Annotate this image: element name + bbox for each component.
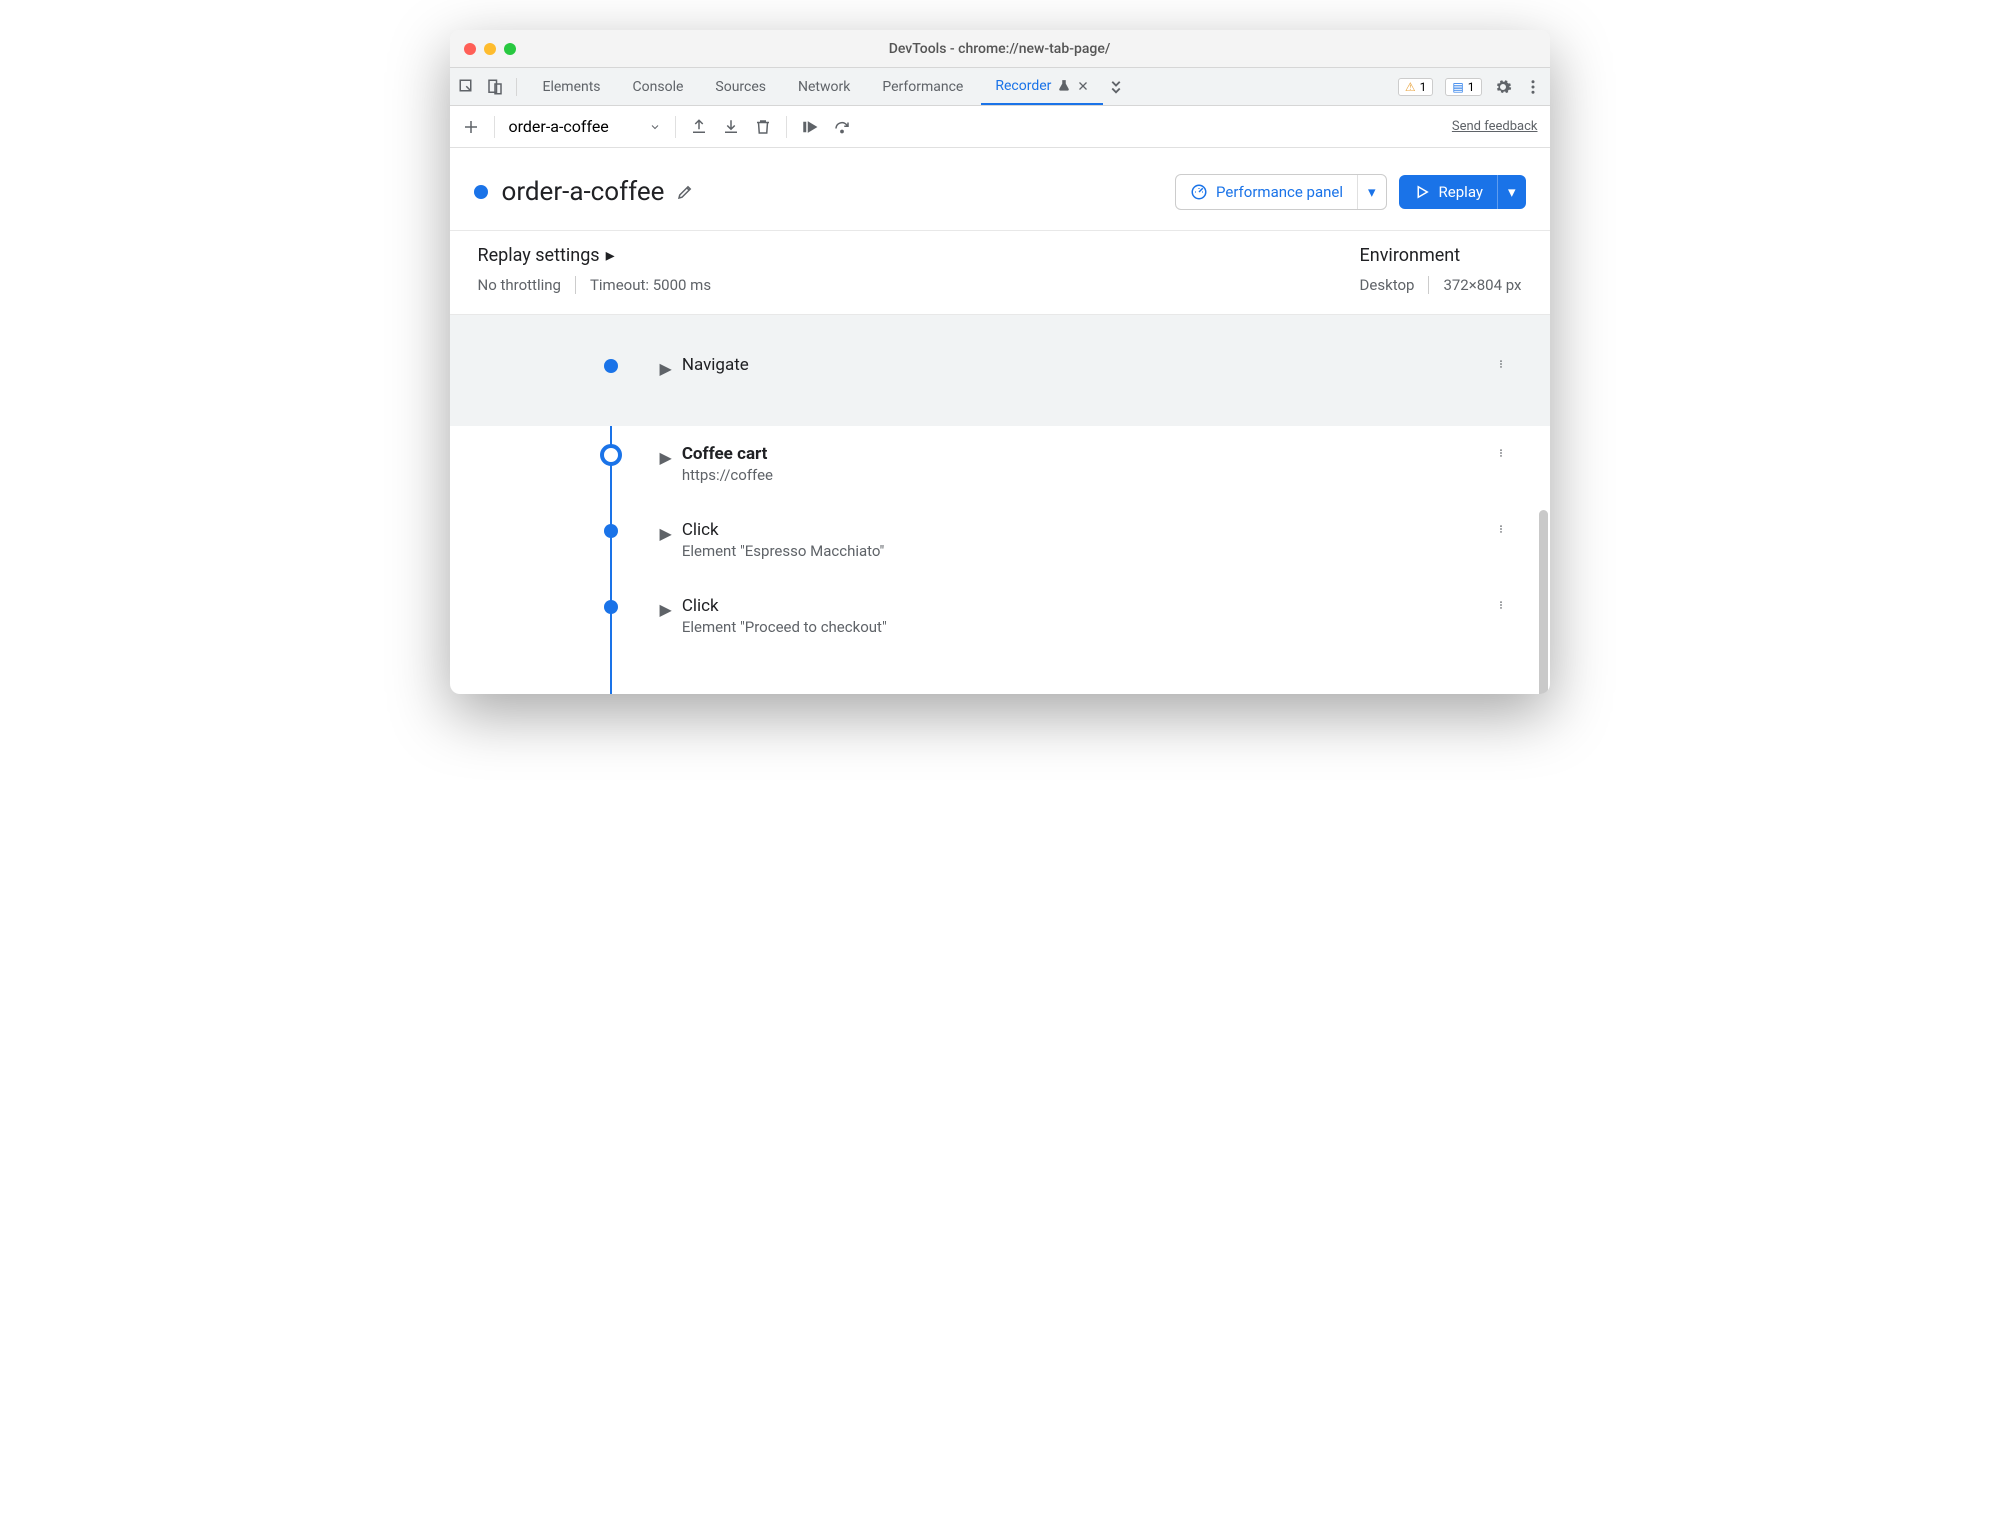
step-title: Click	[682, 596, 887, 616]
step-navigate[interactable]: ▶ Navigate	[450, 315, 1550, 426]
replay-settings-toggle[interactable]: Replay settings ▸	[478, 245, 712, 266]
import-icon[interactable]	[722, 118, 740, 136]
flask-icon	[1057, 79, 1071, 93]
performance-panel-button[interactable]: Performance panel ▾	[1175, 174, 1387, 210]
timeline-node-current	[600, 444, 622, 466]
performance-panel-dropdown[interactable]: ▾	[1357, 175, 1386, 209]
gauge-icon	[1190, 183, 1208, 201]
chevron-down-icon	[649, 118, 661, 136]
step-subtitle: Element "Espresso Macchiato"	[682, 542, 884, 560]
step-subtitle: Element "Proceed to checkout"	[682, 618, 887, 636]
timeline-node	[604, 524, 618, 538]
send-feedback-link[interactable]: Send feedback	[1452, 119, 1538, 134]
chevron-right-icon: ▸	[606, 245, 615, 266]
recording-name: order-a-coffee	[509, 117, 609, 136]
viewport-value: 372×804 px	[1443, 276, 1521, 294]
settings-row: Replay settings ▸ No throttling Timeout:…	[450, 231, 1550, 315]
performance-panel-label: Performance panel	[1216, 183, 1343, 201]
step-coffee-cart[interactable]: ▶ Coffee cart https://coffee	[450, 426, 1550, 502]
scrollbar[interactable]	[1539, 510, 1548, 694]
tab-performance[interactable]: Performance	[868, 68, 977, 105]
recording-title: order-a-coffee	[502, 177, 665, 207]
steps-timeline: Espresso Macchiato $12.00 milk foam ▶ Na…	[450, 315, 1550, 694]
device-toolbar-icon[interactable]	[486, 78, 504, 96]
close-tab-icon[interactable]	[1077, 80, 1089, 92]
tab-elements[interactable]: Elements	[529, 68, 615, 105]
step-subtitle: https://coffee	[682, 466, 773, 484]
expand-step-icon[interactable]: ▶	[660, 600, 672, 619]
step-menu-icon[interactable]	[1492, 355, 1510, 373]
step-menu-icon[interactable]	[1492, 444, 1510, 462]
replay-dropdown[interactable]: ▾	[1497, 175, 1526, 209]
step-click-checkout[interactable]: ▶ Click Element "Proceed to checkout"	[450, 578, 1550, 654]
recording-header: order-a-coffee Performance panel ▾ Repla…	[450, 148, 1550, 231]
environment-label: Environment	[1360, 245, 1522, 266]
step-title: Navigate	[682, 355, 749, 375]
window-title: DevTools - chrome://new-tab-page/	[450, 41, 1550, 57]
messages-badge[interactable]: ▤ 1	[1445, 78, 1481, 96]
devtools-window: DevTools - chrome://new-tab-page/ Elemen…	[450, 30, 1550, 694]
tab-console[interactable]: Console	[619, 68, 698, 105]
new-recording-icon[interactable]	[462, 118, 480, 136]
messages-count: 1	[1468, 80, 1475, 94]
replay-settings-label: Replay settings	[478, 245, 600, 266]
export-icon[interactable]	[690, 118, 708, 136]
timeout-value: Timeout: 5000 ms	[590, 276, 711, 294]
recorder-toolbar: order-a-coffee Send feedback	[450, 106, 1550, 148]
expand-step-icon[interactable]: ▶	[660, 448, 672, 467]
throttling-value: No throttling	[478, 276, 561, 294]
titlebar: DevTools - chrome://new-tab-page/	[450, 30, 1550, 68]
settings-gear-icon[interactable]	[1494, 78, 1512, 96]
device-value: Desktop	[1360, 276, 1415, 294]
step-over-icon[interactable]	[833, 118, 851, 136]
timeline-node	[604, 359, 618, 373]
expand-step-icon[interactable]: ▶	[660, 524, 672, 543]
delete-icon[interactable]	[754, 118, 772, 136]
recording-selector[interactable]: order-a-coffee	[509, 117, 661, 136]
step-title: Click	[682, 520, 884, 540]
tab-network[interactable]: Network	[784, 68, 864, 105]
tab-recorder-label: Recorder	[995, 78, 1051, 94]
play-icon	[1413, 183, 1431, 201]
replay-button[interactable]: Replay ▾	[1399, 175, 1526, 209]
more-tabs-icon[interactable]	[1107, 78, 1125, 96]
message-icon: ▤	[1452, 80, 1463, 94]
kebab-menu-icon[interactable]	[1524, 78, 1542, 96]
tab-sources[interactable]: Sources	[701, 68, 780, 105]
devtools-tabs: Elements Console Sources Network Perform…	[450, 68, 1550, 106]
step-icon[interactable]	[801, 118, 819, 136]
step-click-espresso[interactable]: ▶ Click Element "Espresso Macchiato"	[450, 502, 1550, 578]
tab-recorder[interactable]: Recorder	[981, 68, 1103, 105]
replay-label: Replay	[1439, 183, 1483, 201]
warning-icon: ⚠	[1405, 80, 1416, 94]
inspect-icon[interactable]	[458, 78, 476, 96]
step-menu-icon[interactable]	[1492, 520, 1510, 538]
expand-step-icon[interactable]: ▶	[660, 359, 672, 378]
edit-title-icon[interactable]	[676, 183, 694, 201]
timeline-node	[604, 600, 618, 614]
warnings-badge[interactable]: ⚠ 1	[1398, 78, 1434, 96]
step-menu-icon[interactable]	[1492, 596, 1510, 614]
recording-status-dot	[474, 185, 488, 199]
step-title: Coffee cart	[682, 444, 773, 464]
warnings-count: 1	[1420, 80, 1427, 94]
